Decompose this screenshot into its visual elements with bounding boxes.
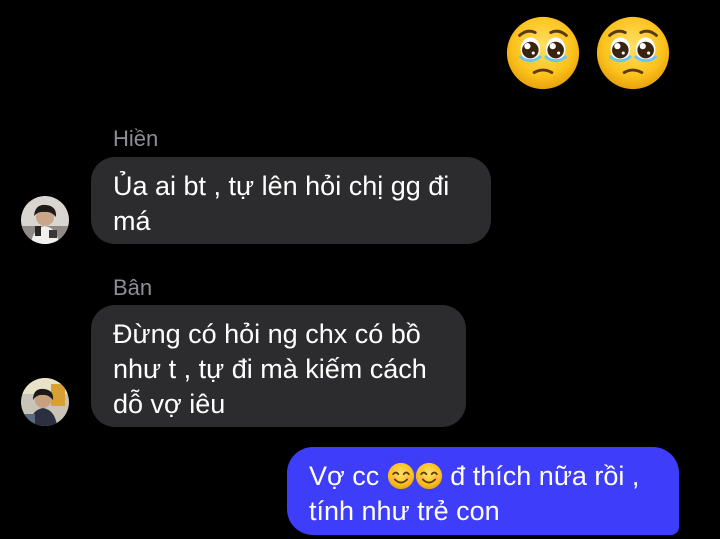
message-text-line: Đừng có hỏi ng chx có bồ — [113, 319, 421, 349]
avatar-photo — [21, 196, 69, 244]
message-text-line: Vợ cc đ thích nữa rồi , — [309, 459, 657, 494]
smiling-face-icon — [415, 462, 442, 490]
message-text-line: má — [113, 206, 151, 236]
pleading-face-icon — [506, 16, 580, 90]
sender-name: Hiền — [113, 126, 159, 151]
pleading-face-icon — [596, 16, 670, 90]
message-text-line: Ủa ai bt , tự lên hỏi chị gg đi — [113, 171, 450, 201]
smiling-face-icon — [387, 462, 414, 490]
avatar[interactable] — [21, 196, 69, 244]
message-text-segment: đ thích nữa rồi , — [450, 461, 640, 491]
chat-screen: Hiền Ủa ai bt , tự lên hỏi chị gg đi má … — [0, 0, 720, 539]
incoming-message-bubble[interactable]: Ủa ai bt , tự lên hỏi chị gg đi má — [91, 157, 491, 244]
reaction-emoji-row — [504, 14, 672, 92]
outgoing-message-bubble[interactable]: Vợ cc đ thích nữa rồi , tính như trẻ con — [287, 447, 679, 535]
incoming-message-bubble[interactable]: Đừng có hỏi ng chx có bồ như t , tự đi m… — [91, 305, 466, 427]
message-text-segment: Vợ cc — [309, 461, 380, 491]
message-text-line: dỗ vợ iêu — [113, 389, 226, 419]
avatar-photo — [21, 378, 69, 426]
message-text-line: tính như trẻ con — [309, 496, 500, 526]
message-text-line: như t , tự đi mà kiếm cách — [113, 354, 427, 384]
avatar[interactable] — [21, 378, 69, 426]
sender-name: Bân — [113, 275, 153, 300]
